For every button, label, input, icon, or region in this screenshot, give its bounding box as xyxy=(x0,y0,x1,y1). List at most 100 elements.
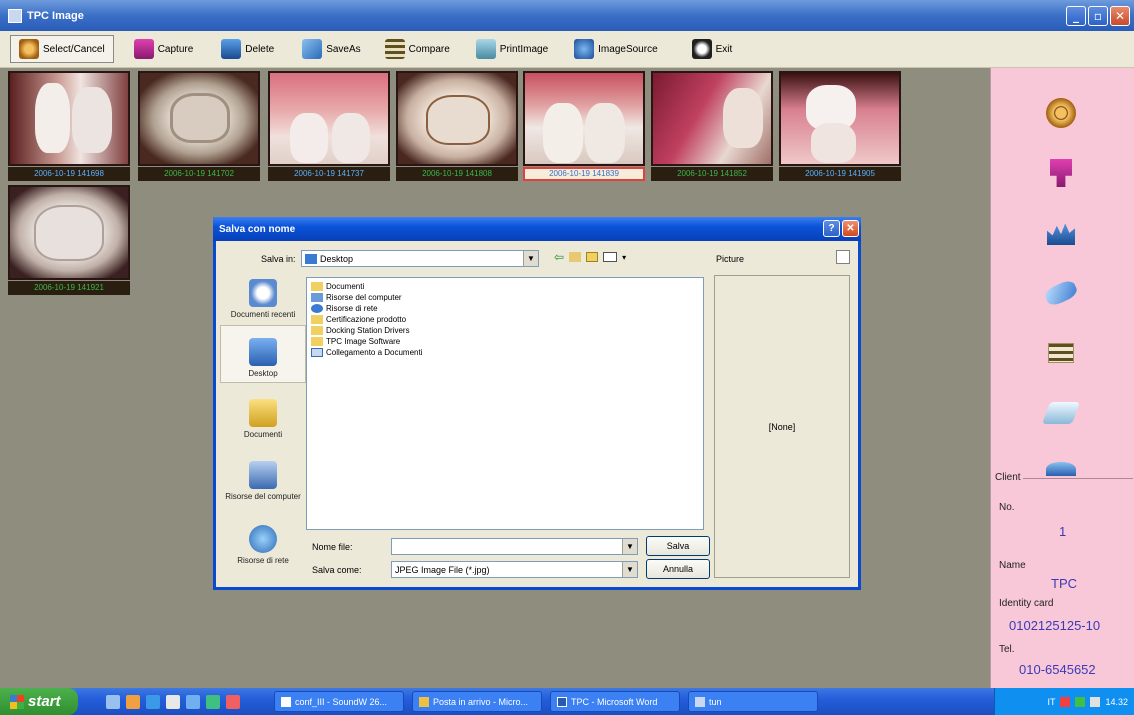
image-source-icon xyxy=(574,39,595,59)
browser-icon[interactable] xyxy=(146,694,160,709)
dialog-title: Salva con nome xyxy=(219,223,296,235)
close-button[interactable]: ✕ xyxy=(1110,6,1130,26)
image-source-side-button[interactable] xyxy=(1041,456,1081,476)
capture-side-button[interactable] xyxy=(1041,156,1081,190)
print-image-button[interactable]: PrintImage xyxy=(468,36,556,62)
taskbar-item[interactable]: TPC - Microsoft Word xyxy=(550,691,680,712)
dialog-close-button[interactable]: ✕ xyxy=(842,220,859,237)
recent-documents-icon xyxy=(249,279,277,307)
file-item[interactable]: Risorse del computer xyxy=(311,292,699,303)
place-desktop[interactable]: Desktop xyxy=(220,325,306,383)
new-folder-icon[interactable] xyxy=(586,252,599,262)
language-indicator[interactable]: IT xyxy=(1047,697,1055,707)
image-source-button[interactable]: ImageSource xyxy=(566,36,665,62)
film-reel-icon xyxy=(19,39,39,59)
window-titlebar: TPC Image _ ▫ ✕ xyxy=(0,0,1134,31)
taskbar-item[interactable]: tun xyxy=(688,691,818,712)
mail-icon xyxy=(419,696,429,707)
minimize-button[interactable]: _ xyxy=(1066,6,1086,26)
file-item[interactable]: Documenti xyxy=(311,281,699,292)
thumbnail-caption: 2006-10-19 141808 xyxy=(396,167,518,181)
filetype-label: Salva come: xyxy=(312,565,362,575)
save-as-dialog: Salva con nome ? ✕ Salva in: Desktop ▼ ⇦… xyxy=(213,217,861,590)
app-icon xyxy=(8,8,22,23)
view-menu-icon[interactable] xyxy=(603,252,618,262)
save-button[interactable]: Salva xyxy=(646,536,710,556)
delete-button[interactable]: Delete xyxy=(213,36,282,62)
preview-toggle-icon[interactable] xyxy=(836,250,850,264)
thumbnail[interactable]: 2006-10-19 141737 xyxy=(268,71,390,184)
settings-icon[interactable] xyxy=(226,694,240,709)
place-documents[interactable]: Documenti xyxy=(220,385,306,443)
save-in-dropdown[interactable]: Desktop ▼ xyxy=(301,250,539,267)
thumbnail[interactable]: 2006-10-19 141808 xyxy=(396,71,518,184)
mail-icon[interactable] xyxy=(166,694,180,709)
start-button[interactable]: start xyxy=(0,688,78,715)
save-as-button[interactable]: SaveAs xyxy=(294,36,368,62)
side-panel: Client No. 1 Name TPC Identity card 0102… xyxy=(990,68,1134,688)
file-item[interactable]: Collegamento a Documenti xyxy=(311,347,699,358)
file-list: Documenti Risorse del computer Risorse d… xyxy=(306,277,704,530)
up-folder-icon[interactable] xyxy=(569,252,582,262)
thumbnail-image xyxy=(268,71,390,166)
compare-icon xyxy=(384,39,405,59)
place-network[interactable]: Risorse di rete xyxy=(220,511,306,569)
taskbar: start conf_III - SoundW 26... Posta in a… xyxy=(0,688,1134,715)
exit-button[interactable]: Exit xyxy=(684,36,741,62)
filename-input[interactable]: ▼ xyxy=(391,538,638,555)
documents-folder-icon xyxy=(249,399,277,427)
chevron-down-icon: ▼ xyxy=(622,562,637,577)
window-icon xyxy=(695,696,705,707)
network-icon xyxy=(311,304,323,313)
document-icon xyxy=(281,696,291,707)
delete-icon xyxy=(221,39,242,59)
capture-button[interactable]: Capture xyxy=(126,36,202,62)
thumbnail[interactable]: 2006-10-19 141839 xyxy=(523,71,645,184)
client-tel-label: Tel. xyxy=(999,644,1015,655)
network-tray-icon[interactable] xyxy=(1060,696,1071,707)
save-in-label: Salva in: xyxy=(261,254,296,264)
compare-side-button[interactable] xyxy=(1041,336,1081,370)
thumbnail[interactable]: 2006-10-19 141698 xyxy=(8,71,130,184)
window-title: TPC Image xyxy=(27,9,84,22)
thumbnail[interactable]: 2006-10-19 141905 xyxy=(779,71,901,184)
file-item[interactable]: Risorse di rete xyxy=(311,303,699,314)
file-item[interactable]: Docking Station Drivers xyxy=(311,325,699,336)
clock: 14.32 xyxy=(1105,696,1128,707)
print-icon xyxy=(475,39,496,59)
save-as-side-button[interactable] xyxy=(1041,276,1081,310)
maximize-button[interactable]: ▫ xyxy=(1088,6,1108,26)
media-icon[interactable] xyxy=(186,694,200,709)
place-recent-documents[interactable]: Documenti recenti xyxy=(220,265,306,323)
taskbar-item[interactable]: Posta in arrivo - Micro... xyxy=(412,691,542,712)
thumbnail-image xyxy=(779,71,901,166)
place-my-computer[interactable]: Risorse del computer xyxy=(220,447,306,505)
desktop-shortcut-icon[interactable] xyxy=(106,694,120,709)
filetype-dropdown[interactable]: JPEG Image File (*.jpg) ▼ xyxy=(391,561,638,578)
volume-tray-icon[interactable] xyxy=(1090,696,1101,707)
computer-icon xyxy=(311,293,323,302)
client-id-label: Identity card xyxy=(999,598,1054,609)
help-button[interactable]: ? xyxy=(823,220,840,237)
thumbnail-image xyxy=(8,185,130,280)
thumbnail-caption: 2006-10-19 141737 xyxy=(268,167,390,181)
delete-side-button[interactable] xyxy=(1041,216,1081,250)
back-icon[interactable]: ⇦ xyxy=(554,250,564,264)
app-icon[interactable] xyxy=(206,694,220,709)
select-cancel-button[interactable]: Select/Cancel xyxy=(10,35,114,63)
dialog-titlebar: Salva con nome ? ✕ xyxy=(213,217,861,241)
explorer-icon[interactable] xyxy=(126,694,140,709)
preview-pane: [None] xyxy=(714,275,850,578)
security-tray-icon[interactable] xyxy=(1075,696,1086,707)
compare-button[interactable]: Compare xyxy=(377,36,458,62)
file-item[interactable]: TPC Image Software xyxy=(311,336,699,347)
thumbnail[interactable]: 2006-10-19 141921 xyxy=(8,185,130,298)
print-side-button[interactable] xyxy=(1041,396,1081,430)
thumbnail[interactable]: 2006-10-19 141702 xyxy=(138,71,260,184)
cancel-button[interactable]: Annulla xyxy=(646,559,710,579)
taskbar-item[interactable]: conf_III - SoundW 26... xyxy=(274,691,404,712)
thumbnail-caption-selected: 2006-10-19 141839 xyxy=(523,167,645,181)
thumbnail[interactable]: 2006-10-19 141852 xyxy=(651,71,773,184)
select-cancel-side-button[interactable] xyxy=(1041,96,1081,130)
file-item[interactable]: Certificazione prodotto xyxy=(311,314,699,325)
